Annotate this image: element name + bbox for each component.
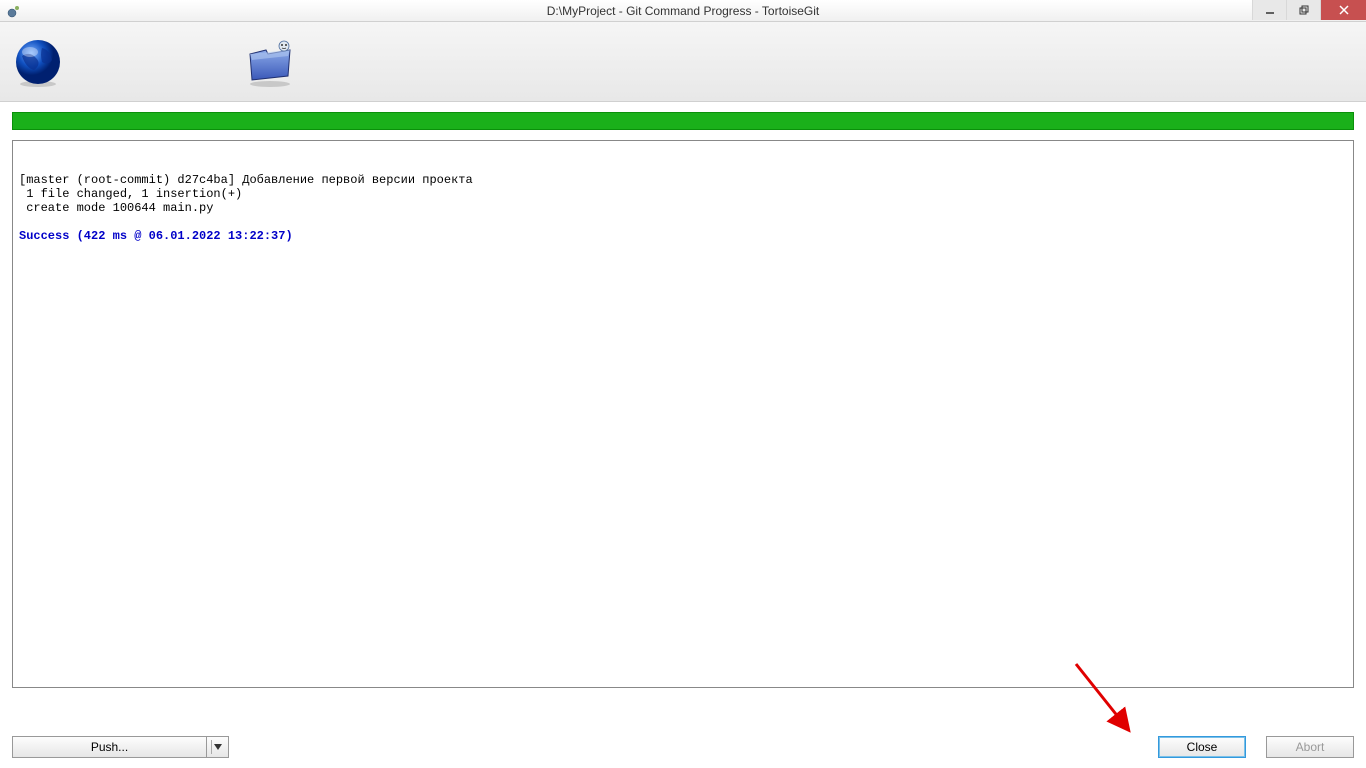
log-success: Success (422 ms @ 06.01.2022 13:22:37) (19, 229, 1347, 243)
abort-button: Abort (1266, 736, 1354, 758)
app-icon (6, 3, 22, 19)
push-button[interactable]: Push... (12, 736, 207, 758)
push-split-button: Push... (12, 736, 229, 758)
window-close-button[interactable] (1320, 0, 1366, 20)
log-line: create mode 100644 main.py (19, 201, 1347, 215)
maximize-button[interactable] (1286, 0, 1320, 20)
minimize-button[interactable] (1252, 0, 1286, 20)
globe-icon (12, 36, 64, 88)
push-dropdown-button[interactable] (207, 736, 229, 758)
output-log[interactable]: [master (root-commit) d27c4ba] Добавлени… (12, 140, 1354, 688)
close-button[interactable]: Close (1158, 736, 1246, 758)
log-line: [master (root-commit) d27c4ba] Добавлени… (19, 173, 1347, 187)
content-area: [master (root-commit) d27c4ba] Добавлени… (0, 102, 1366, 688)
window-title: D:\MyProject - Git Command Progress - To… (547, 4, 820, 18)
log-line: 1 file changed, 1 insertion(+) (19, 187, 1347, 201)
titlebar: D:\MyProject - Git Command Progress - To… (0, 0, 1366, 22)
folder-icon (244, 36, 296, 88)
progress-bar (12, 112, 1354, 130)
bottom-bar: Push... Close Abort (12, 736, 1354, 758)
toolbar (0, 22, 1366, 102)
action-buttons: Close Abort (1158, 736, 1354, 758)
chevron-down-icon (214, 744, 222, 750)
window-controls (1252, 0, 1366, 20)
